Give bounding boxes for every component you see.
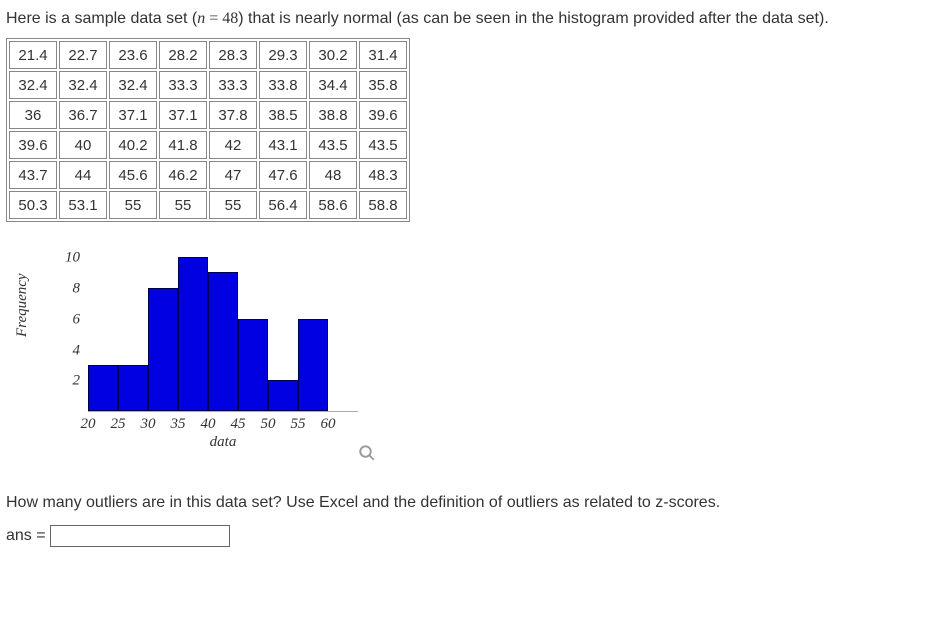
histogram-bar [208, 272, 238, 411]
table-row: 39.64040.241.84243.143.543.5 [9, 131, 407, 159]
table-row: 3636.737.137.137.838.538.839.6 [9, 101, 407, 129]
table-cell: 43.7 [9, 161, 57, 189]
table-cell: 55 [209, 191, 257, 219]
table-cell: 31.4 [359, 41, 407, 69]
table-row: 43.74445.646.24747.64848.3 [9, 161, 407, 189]
histogram-bar [268, 380, 298, 411]
table-cell: 36 [9, 101, 57, 129]
table-row: 21.422.723.628.228.329.330.231.4 [9, 41, 407, 69]
magnify-icon[interactable] [358, 444, 376, 462]
data-table: 21.422.723.628.228.329.330.231.432.432.4… [6, 38, 410, 222]
table-cell: 28.2 [159, 41, 207, 69]
table-cell: 40 [59, 131, 107, 159]
x-tick: 60 [321, 416, 336, 433]
intro-text-1: Here is a sample data set ( [6, 10, 197, 27]
table-cell: 46.2 [159, 161, 207, 189]
table-cell: 37.1 [159, 101, 207, 129]
table-cell: 43.5 [359, 131, 407, 159]
x-tick: 40 [201, 416, 216, 433]
table-cell: 21.4 [9, 41, 57, 69]
table-cell: 37.8 [209, 101, 257, 129]
y-tick: 10 [65, 249, 80, 266]
table-cell: 36.7 [59, 101, 107, 129]
table-cell: 38.5 [259, 101, 307, 129]
table-cell: 38.8 [309, 101, 357, 129]
answer-label: ans = [6, 527, 46, 545]
question-text: How many outliers are in this data set? … [6, 492, 935, 514]
y-axis-label: Frequency [14, 274, 31, 338]
table-cell: 32.4 [59, 71, 107, 99]
table-cell: 39.6 [9, 131, 57, 159]
plot-area [88, 242, 358, 412]
table-cell: 55 [159, 191, 207, 219]
table-cell: 33.8 [259, 71, 307, 99]
table-cell: 22.7 [59, 41, 107, 69]
x-axis-label: data [88, 434, 358, 451]
y-tick: 4 [73, 342, 81, 359]
table-cell: 53.1 [59, 191, 107, 219]
n-value: 48 [222, 10, 238, 27]
table-cell: 28.3 [209, 41, 257, 69]
x-tick: 55 [291, 416, 306, 433]
table-cell: 47 [209, 161, 257, 189]
answer-row: ans = [6, 525, 935, 547]
table-cell: 42 [209, 131, 257, 159]
table-cell: 58.6 [309, 191, 357, 219]
x-tick: 25 [111, 416, 126, 433]
histogram-bar [178, 257, 208, 412]
table-cell: 32.4 [9, 71, 57, 99]
table-cell: 40.2 [109, 131, 157, 159]
histogram-bar [238, 319, 268, 412]
problem-intro: Here is a sample data set (n = 48) that … [6, 8, 935, 30]
table-cell: 45.6 [109, 161, 157, 189]
x-axis-ticks: 202530354045505560 [88, 416, 378, 436]
x-tick: 20 [81, 416, 96, 433]
x-tick: 30 [141, 416, 156, 433]
table-cell: 30.2 [309, 41, 357, 69]
table-cell: 32.4 [109, 71, 157, 99]
histogram-bar [148, 288, 178, 412]
histogram-chart: Frequency 246810 202530354045505560 data [36, 242, 376, 472]
table-cell: 47.6 [259, 161, 307, 189]
table-cell: 48 [309, 161, 357, 189]
table-cell: 34.4 [309, 71, 357, 99]
table-row: 32.432.432.433.333.333.834.435.8 [9, 71, 407, 99]
table-cell: 37.1 [109, 101, 157, 129]
table-cell: 56.4 [259, 191, 307, 219]
table-cell: 33.3 [209, 71, 257, 99]
n-variable: n [197, 10, 205, 27]
table-cell: 35.8 [359, 71, 407, 99]
histogram-bar [88, 365, 118, 411]
table-row: 50.353.155555556.458.658.8 [9, 191, 407, 219]
intro-text-2: ) that is nearly normal (as can be seen … [238, 10, 829, 27]
table-cell: 33.3 [159, 71, 207, 99]
table-cell: 43.5 [309, 131, 357, 159]
y-tick: 6 [73, 311, 81, 328]
y-tick: 2 [73, 373, 81, 390]
table-cell: 23.6 [109, 41, 157, 69]
histogram-bar [118, 365, 148, 411]
table-cell: 41.8 [159, 131, 207, 159]
x-tick: 35 [171, 416, 186, 433]
y-axis-ticks: 2 4 6 8 10 [56, 242, 84, 412]
table-cell: 39.6 [359, 101, 407, 129]
y-tick: 8 [73, 280, 81, 297]
table-cell: 58.8 [359, 191, 407, 219]
answer-input[interactable] [50, 525, 230, 547]
equals: = [205, 10, 222, 27]
x-tick: 50 [261, 416, 276, 433]
table-cell: 48.3 [359, 161, 407, 189]
table-cell: 44 [59, 161, 107, 189]
histogram-bar [298, 319, 328, 412]
table-cell: 55 [109, 191, 157, 219]
table-cell: 29.3 [259, 41, 307, 69]
table-cell: 43.1 [259, 131, 307, 159]
table-cell: 50.3 [9, 191, 57, 219]
x-tick: 45 [231, 416, 246, 433]
